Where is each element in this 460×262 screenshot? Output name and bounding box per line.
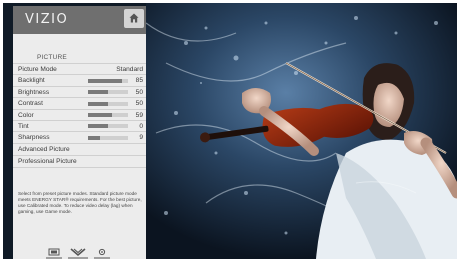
contrast-fill bbox=[88, 101, 108, 106]
home-icon bbox=[129, 13, 139, 23]
tv-screen: VIZIO PICTURE Picture Mode Standard Back… bbox=[3, 3, 457, 259]
tint-slider[interactable] bbox=[88, 124, 128, 129]
settings-panel: VIZIO PICTURE Picture Mode Standard Back… bbox=[13, 6, 146, 259]
panel-header: VIZIO bbox=[13, 6, 146, 34]
menu-item-contrast[interactable]: Contrast 50 bbox=[13, 97, 146, 108]
sharpness-fill bbox=[88, 135, 100, 140]
menu-item-backlight[interactable]: Backlight 85 bbox=[13, 74, 146, 85]
color-fill bbox=[88, 113, 112, 118]
backlight-slider[interactable] bbox=[88, 78, 128, 83]
menu-item-advanced-picture[interactable]: Advanced Picture bbox=[13, 142, 146, 156]
settings-icon[interactable] bbox=[94, 246, 110, 259]
background-photo bbox=[146, 3, 457, 259]
menu-item-picture-mode[interactable]: Picture Mode Standard bbox=[13, 63, 146, 74]
sharpness-slider[interactable] bbox=[88, 135, 128, 140]
menu-item-tint[interactable]: Tint 0 bbox=[13, 119, 146, 131]
color-slider[interactable] bbox=[88, 113, 128, 118]
backlight-fill bbox=[88, 78, 122, 83]
brightness-slider[interactable] bbox=[88, 90, 128, 95]
menu-item-sharpness[interactable]: Sharpness 9 bbox=[13, 131, 146, 142]
help-text: Select from preset picture modes. Standa… bbox=[18, 191, 142, 214]
menu-item-color[interactable]: Color 59 bbox=[13, 108, 146, 120]
professional-picture-label: Professional Picture bbox=[18, 158, 77, 166]
wide-icon[interactable] bbox=[46, 246, 62, 259]
vizio-logo: VIZIO bbox=[25, 12, 69, 27]
tint-fill bbox=[88, 124, 108, 129]
bottom-toolbar bbox=[46, 246, 116, 259]
home-button[interactable] bbox=[124, 9, 144, 28]
section-title: PICTURE bbox=[37, 54, 67, 61]
contrast-slider[interactable] bbox=[88, 101, 128, 106]
down-chevron-icon[interactable] bbox=[68, 246, 88, 259]
menu-item-brightness[interactable]: Brightness 50 bbox=[13, 85, 146, 97]
menu-item-professional-picture[interactable]: Professional Picture bbox=[13, 155, 146, 168]
brightness-fill bbox=[88, 90, 108, 95]
